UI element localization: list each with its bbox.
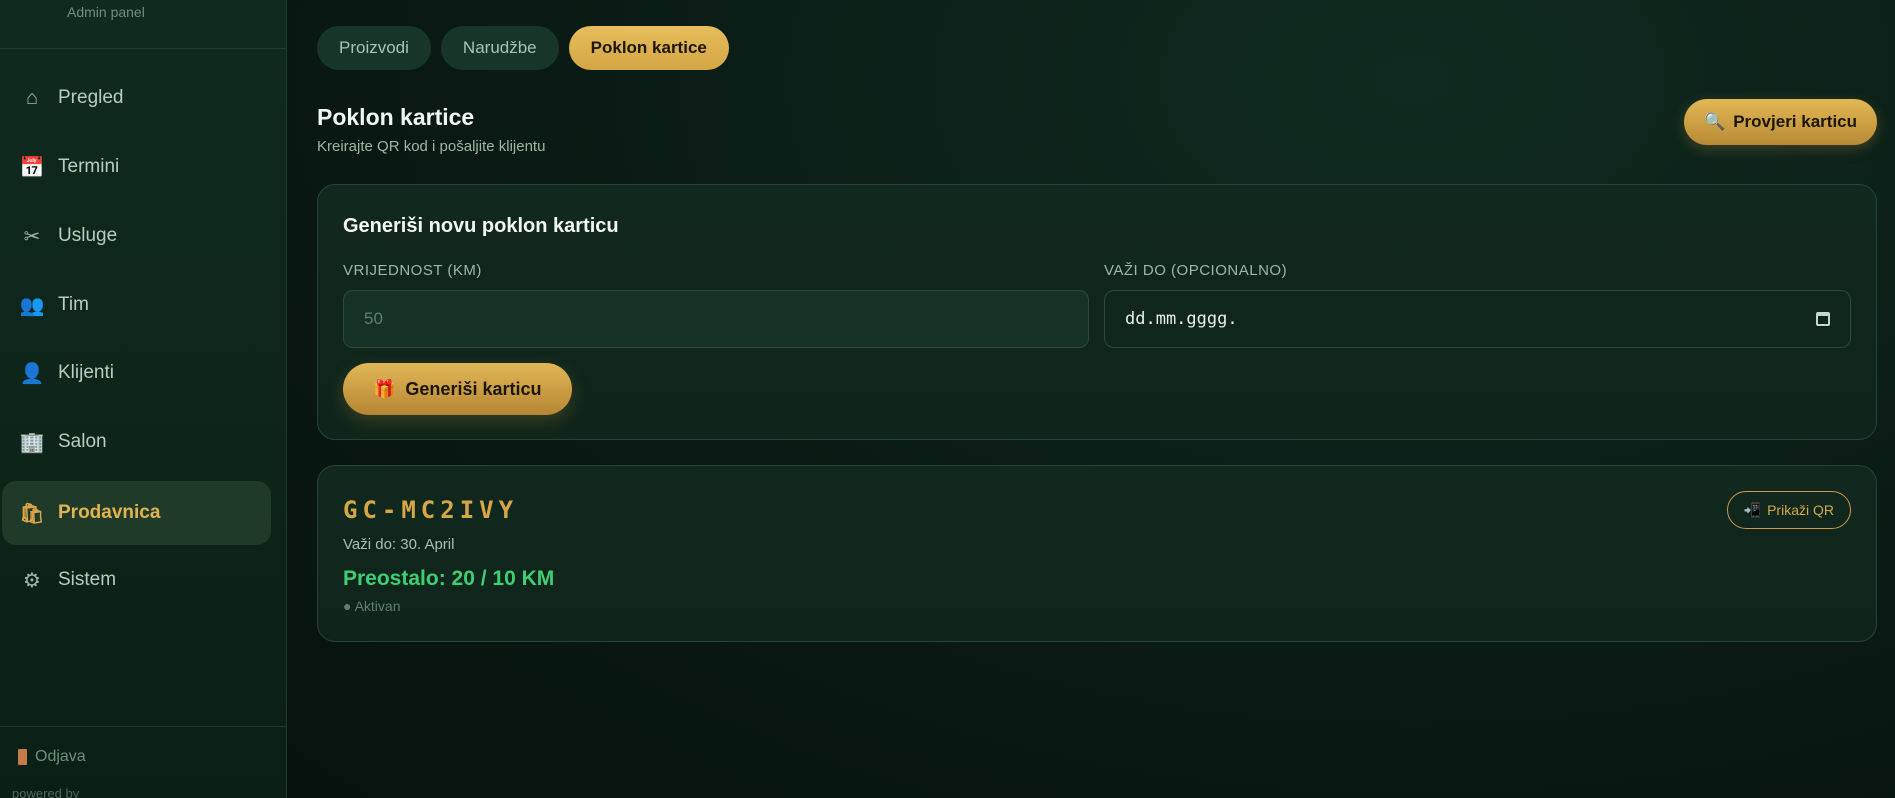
sidebar-item-label: Pregled xyxy=(58,87,124,108)
tab-narudzbe[interactable]: Narudžbe xyxy=(440,26,559,70)
user-icon: 👤 xyxy=(19,362,45,385)
status-badge: ● Aktivan xyxy=(343,598,401,614)
app-root: Admin panel ⌂ Pregled 📅 Termini ✂ Usluge… xyxy=(0,0,1895,798)
show-qr-label: Prikaži QR xyxy=(1767,502,1834,518)
powered-by: powered by xyxy=(12,786,80,798)
sidebar-item-tim[interactable]: 👥 Tim xyxy=(2,273,271,337)
tab-poklon-kartice[interactable]: Poklon kartice xyxy=(568,26,729,70)
gift-card-remaining: Preostalo: 20 / 10 KM xyxy=(343,567,555,590)
logout-button[interactable]: Odjava xyxy=(18,748,86,766)
sidebar-item-prodavnica[interactable]: 🛍 Prodavnica xyxy=(2,481,271,545)
valid-until-label: VAŽI DO (OPCIONALNO) xyxy=(1104,262,1288,279)
sidebar-item-salon[interactable]: 🏢 Salon xyxy=(2,410,271,474)
sidebar-item-pregled[interactable]: ⌂ Pregled xyxy=(2,66,271,130)
sidebar-item-label: Klijenti xyxy=(58,362,114,383)
main-content: Proizvodi Narudžbe Poklon kartice Poklon… xyxy=(287,0,1895,798)
shopping-bag-icon: 🛍 xyxy=(19,502,45,525)
show-qr-button[interactable]: 📲 Prikaži QR xyxy=(1726,491,1851,529)
brand-subtitle: Admin panel xyxy=(67,4,145,20)
calendar-icon: 📅 xyxy=(19,156,45,179)
calendar-picker-icon[interactable] xyxy=(1816,312,1830,326)
tab-proizvodi[interactable]: Proizvodi xyxy=(317,26,431,70)
generate-card-form: Generiši novu poklon karticu VRIJEDNOST … xyxy=(317,184,1877,440)
scissors-icon: ✂ xyxy=(23,225,41,248)
check-card-button[interactable]: 🔍 Provjeri karticu xyxy=(1684,99,1877,145)
sidebar-item-label: Usluge xyxy=(58,225,118,246)
sidebar-item-label: Tim xyxy=(58,294,89,315)
sidebar-item-label: Termini xyxy=(58,156,120,177)
search-icon: 🔍 xyxy=(1704,112,1726,131)
home-icon: ⌂ xyxy=(25,86,39,109)
value-label: VRIJEDNOST (KM) xyxy=(343,262,482,279)
date-placeholder: dd.mm.gggg. xyxy=(1125,309,1238,329)
logout-label: Odjava xyxy=(35,748,86,765)
gear-icon: ⚙ xyxy=(23,569,41,592)
generate-card-label: Generiši karticu xyxy=(405,378,542,399)
gift-card-item: GC-MC2IVY Važi do: 30. April Preostalo: … xyxy=(317,465,1877,642)
gift-icon: 🎁 xyxy=(373,378,396,399)
value-placeholder: 50 xyxy=(364,309,383,328)
team-icon: 👥 xyxy=(19,294,45,317)
brand-divider xyxy=(0,48,286,49)
sidebar-item-label: Sistem xyxy=(58,569,117,590)
sidebar-item-usluge[interactable]: ✂ Usluge xyxy=(2,204,271,268)
sidebar-item-sistem[interactable]: ⚙ Sistem xyxy=(2,548,271,612)
sidebar-bottom-divider xyxy=(0,726,286,727)
gift-card-valid-until: Važi do: 30. April xyxy=(343,536,455,553)
sidebar-item-klijenti[interactable]: 👤 Klijenti xyxy=(2,341,271,405)
tab-bar: Proizvodi Narudžbe Poklon kartice xyxy=(317,26,729,70)
value-input[interactable]: 50 xyxy=(343,290,1089,348)
sidebar: Admin panel ⌂ Pregled 📅 Termini ✂ Usluge… xyxy=(0,0,287,798)
form-title: Generiši novu poklon karticu xyxy=(343,215,619,237)
gift-card-code: GC-MC2IVY xyxy=(343,496,519,524)
building-icon: 🏢 xyxy=(19,431,45,454)
sidebar-item-label: Salon xyxy=(58,431,107,452)
valid-until-input[interactable]: dd.mm.gggg. xyxy=(1104,290,1851,348)
page-title: Poklon kartice xyxy=(317,104,475,130)
check-card-label: Provjeri karticu xyxy=(1733,112,1857,131)
sidebar-item-label: Prodavnica xyxy=(58,502,161,523)
sidebar-item-termini[interactable]: 📅 Termini xyxy=(2,135,271,199)
page-subtitle: Kreirajte QR kod i pošaljite klijentu xyxy=(317,138,546,155)
qr-icon: 📲 xyxy=(1743,501,1762,518)
door-icon xyxy=(18,749,27,765)
generate-card-button[interactable]: 🎁 Generiši karticu xyxy=(343,363,572,415)
